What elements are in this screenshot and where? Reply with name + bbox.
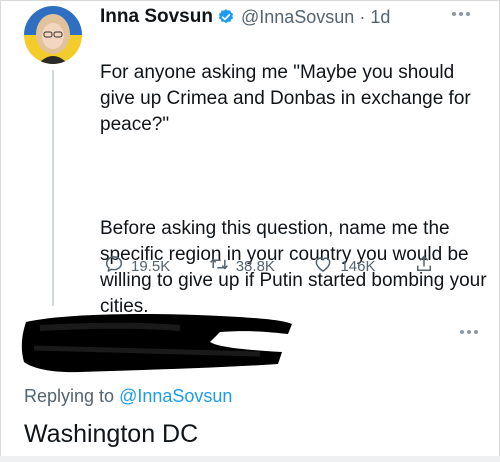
reply-more-icon[interactable]: [460, 330, 478, 334]
separator: ·: [359, 6, 366, 27]
redacted-user-info: [20, 308, 292, 374]
like-button[interactable]: 146K: [313, 254, 375, 278]
replying-prefix: Replying to: [24, 386, 115, 406]
reply-text: Washington DC: [24, 420, 199, 448]
tweet: Inna Sovsun @InnaSovsun · 1d For anyone …: [100, 4, 490, 346]
verified-badge-icon: [217, 8, 235, 26]
display-name[interactable]: Inna Sovsun: [100, 6, 213, 28]
cropped-edge: [0, 456, 500, 462]
tweet-text: For anyone asking me "Maybe you should g…: [100, 34, 490, 346]
avatar[interactable]: [24, 6, 82, 64]
reply-count: 19.5K: [131, 257, 171, 275]
timestamp[interactable]: 1d: [370, 7, 390, 27]
handle[interactable]: @InnaSovsun: [241, 7, 354, 27]
share-icon: [414, 254, 434, 278]
tweet-header: Inna Sovsun @InnaSovsun · 1d: [100, 4, 490, 30]
reply-button[interactable]: 19.5K: [104, 254, 170, 278]
more-icon[interactable]: [452, 12, 470, 16]
like-icon: [313, 254, 333, 278]
avatar-image: [24, 6, 82, 64]
like-count: 146K: [340, 257, 376, 275]
handle-time: @InnaSovsun · 1d: [241, 7, 390, 28]
replying-mention-link[interactable]: @InnaSovsun: [119, 386, 232, 406]
share-button[interactable]: [414, 254, 434, 278]
retweet-button[interactable]: 38.8K: [209, 254, 275, 278]
retweet-icon: [209, 254, 229, 278]
thread-line: [52, 70, 54, 306]
replying-to-line: Replying to @InnaSovsun: [24, 386, 232, 407]
tweet-paragraph-1: For anyone asking me "Maybe you should g…: [100, 62, 471, 135]
retweet-count: 38.8K: [235, 257, 275, 275]
tweet-actions: 19.5K 38.8K 146K: [104, 254, 434, 278]
reply-icon: [104, 254, 124, 278]
